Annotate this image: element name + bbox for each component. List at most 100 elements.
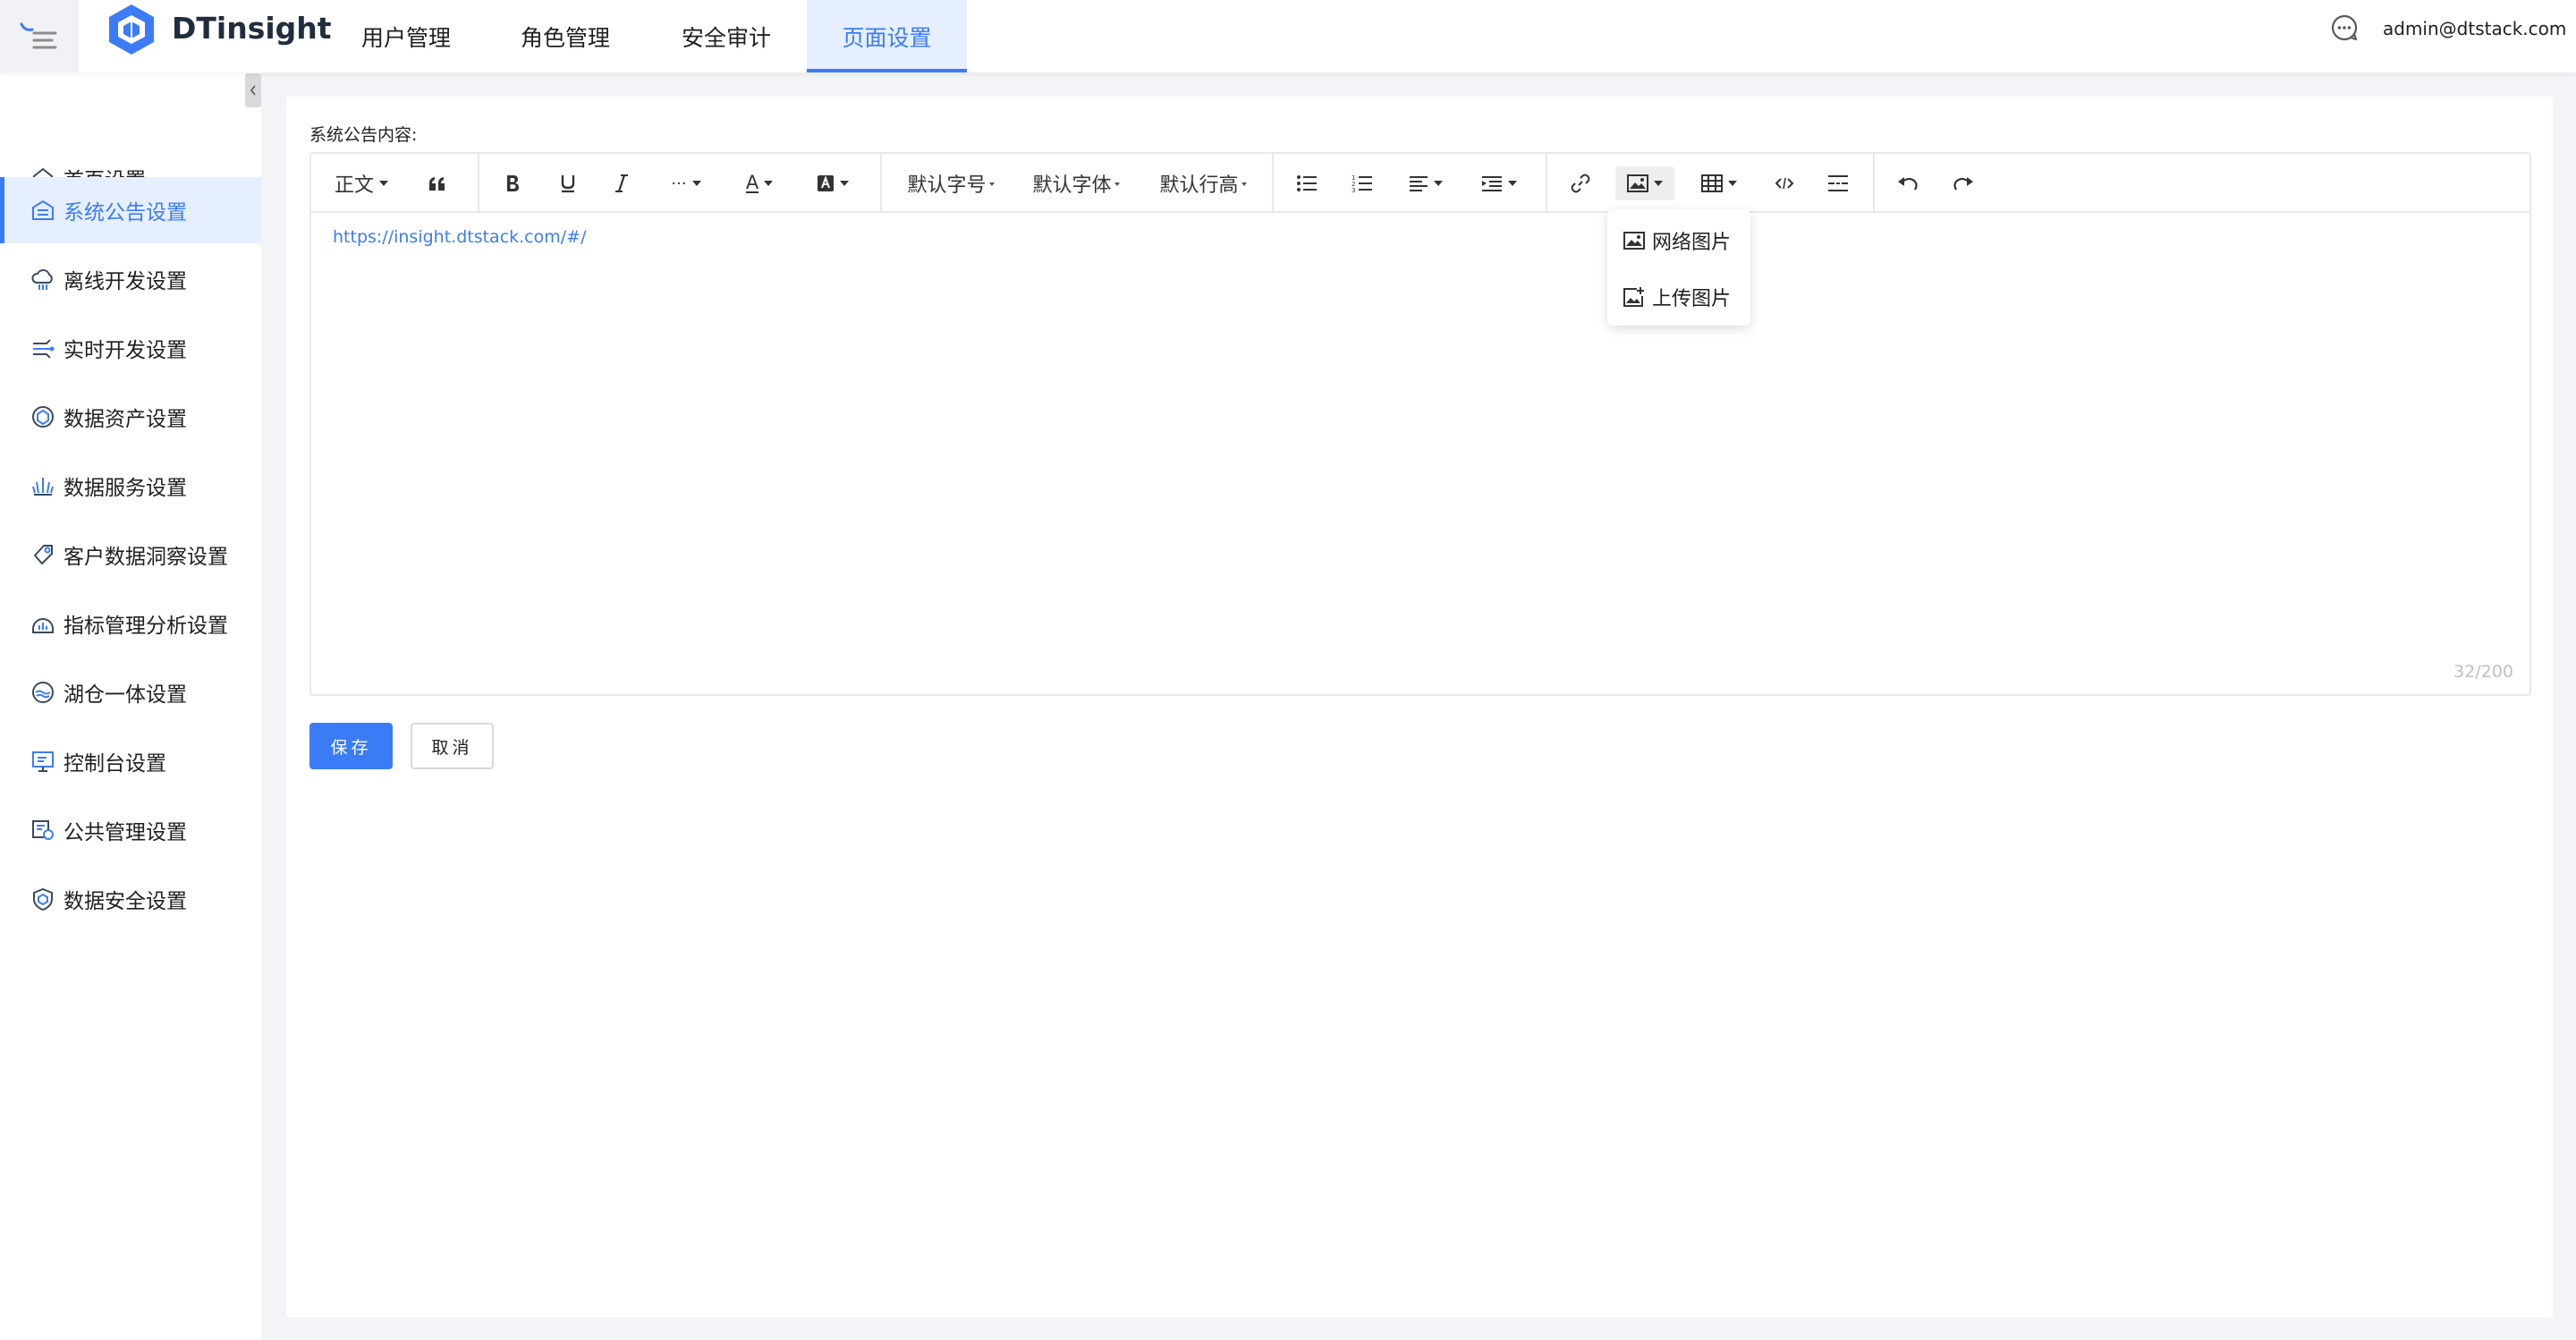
redo-button[interactable] <box>1950 166 1977 200</box>
font-color-dropdown[interactable]: A <box>739 166 780 200</box>
sidebar-item-label: 控制台设置 <box>64 752 166 776</box>
sidebar-item-data-asset-settings[interactable]: 数据资产设置 <box>0 384 261 450</box>
image-icon <box>1627 174 1648 192</box>
sidebar-item-public-mgmt-settings[interactable]: 公共管理设置 <box>0 797 261 863</box>
italic-button[interactable] <box>608 166 635 200</box>
menu-item-upload-image[interactable]: 上传图片 <box>1607 270 1750 324</box>
sidebar-item-customer-insight-settings[interactable]: 客户数据洞察设置 <box>0 522 261 588</box>
caret-down-icon <box>1728 181 1737 186</box>
quote-icon <box>429 177 445 191</box>
lakehouse-icon <box>32 682 54 703</box>
undo-button[interactable] <box>1894 166 1921 200</box>
toolbar-divider <box>880 154 882 213</box>
sidebar-item-metrics-settings[interactable]: 指标管理分析设置 <box>0 590 261 657</box>
more-styles-label: ··· <box>671 174 687 193</box>
data-asset-icon <box>32 406 54 428</box>
sidebar-item-offline-dev-settings[interactable]: 离线开发设置 <box>0 246 261 312</box>
sidebar-item-label: 数据资产设置 <box>64 408 187 431</box>
announcement-field-label: 系统公告内容: <box>309 125 418 145</box>
paragraph-format-dropdown[interactable]: 正文 <box>331 166 392 200</box>
background-color-dropdown[interactable] <box>812 166 853 200</box>
ordered-list-icon: 123 <box>1352 174 1372 193</box>
bullet-list-icon <box>1297 175 1317 191</box>
cancel-button[interactable]: 取消 <box>411 723 494 769</box>
code-icon <box>1775 177 1794 190</box>
caret-down-icon <box>1241 182 1247 186</box>
quote-button[interactable] <box>424 166 451 200</box>
sidebar-item-lakehouse-settings[interactable]: 湖仓一体设置 <box>0 659 261 725</box>
user-account-email[interactable]: admin@dtstack.com <box>2383 18 2566 39</box>
align-dropdown[interactable] <box>1404 166 1447 200</box>
ordered-list-button[interactable]: 123 <box>1349 166 1376 200</box>
line-height-dropdown[interactable]: 默认行高 <box>1154 166 1252 200</box>
menu-toggle-button[interactable] <box>0 0 79 72</box>
metrics-icon <box>32 618 54 633</box>
indent-icon <box>1482 176 1502 191</box>
sidebar-item-realtime-dev-settings[interactable]: 实时开发设置 <box>0 315 261 381</box>
upload-image-icon <box>1623 287 1644 307</box>
rich-text-editor[interactable]: 正文 ··· A 默认字号 默认字体 默认行高 1 2 3 https://in… <box>309 152 2531 696</box>
indent-dropdown[interactable] <box>1478 166 1521 200</box>
line-height-label: 默认行高 <box>1159 174 1239 197</box>
sidebar-item-label: 数据服务设置 <box>64 477 187 500</box>
sidebar-item-label: 湖仓一体设置 <box>64 683 187 707</box>
caret-down-icon <box>840 181 849 186</box>
cloud-dev-icon <box>31 269 53 290</box>
public-mgmt-icon <box>32 820 54 840</box>
link-button[interactable] <box>1567 166 1594 200</box>
sidebar-item-data-security-settings[interactable]: 数据安全设置 <box>0 866 261 932</box>
horizontal-rule-icon <box>1828 175 1848 191</box>
announcement-icon <box>32 199 54 220</box>
nav-tab-security-audit[interactable]: 安全审计 <box>664 0 789 72</box>
toolbar-divider <box>1873 154 1875 213</box>
chevron-left-icon <box>250 85 256 96</box>
font-family-dropdown[interactable]: 默认字体 <box>1027 166 1125 200</box>
nav-tab-page-settings[interactable]: 页面设置 <box>807 0 967 72</box>
toolbar-divider <box>478 154 479 213</box>
bullet-list-button[interactable] <box>1293 166 1320 200</box>
nav-tab-role-management[interactable]: 角色管理 <box>503 0 628 72</box>
menu-item-label: 上传图片 <box>1652 288 1732 310</box>
image-dropdown[interactable] <box>1615 166 1674 200</box>
undo-icon <box>1898 177 1918 191</box>
menu-item-network-image[interactable]: 网络图片 <box>1607 214 1750 267</box>
toolbar-divider <box>1546 154 1547 213</box>
menu-item-label: 网络图片 <box>1652 232 1732 254</box>
save-button[interactable]: 保存 <box>309 723 393 769</box>
caret-down-icon <box>691 181 701 186</box>
more-styles-dropdown[interactable]: ··· <box>665 166 707 200</box>
sidebar-item-label: 公共管理设置 <box>64 821 187 844</box>
data-service-icon <box>32 478 54 496</box>
dtinsight-logo-icon <box>106 2 157 57</box>
caret-down-icon <box>988 182 995 186</box>
sidebar: 首页设置 系统公告设置 离线开发设置 实时开发设置 数据资产设置 数据服务设置 … <box>0 72 261 1340</box>
svg-text:3: 3 <box>1352 187 1355 193</box>
underline-icon <box>561 175 575 193</box>
chat-icon[interactable] <box>2329 13 2360 43</box>
realtime-icon <box>33 339 55 359</box>
data-security-icon <box>33 887 53 912</box>
underline-button[interactable] <box>555 166 581 200</box>
sidebar-item-console-settings[interactable]: 控制台设置 <box>0 728 261 794</box>
table-icon <box>1701 174 1723 192</box>
character-count: 32/200 <box>2453 662 2513 682</box>
sidebar-collapse-button[interactable] <box>245 73 261 107</box>
caret-down-icon <box>1114 182 1120 186</box>
nav-tab-user-management[interactable]: 用户管理 <box>343 0 469 72</box>
customer-insight-icon <box>34 545 53 564</box>
sidebar-item-announcement-settings[interactable]: 系统公告设置 <box>0 177 261 243</box>
align-left-icon <box>1410 176 1428 191</box>
bold-button[interactable] <box>499 166 526 200</box>
code-button[interactable] <box>1771 166 1798 200</box>
sidebar-item-data-service-settings[interactable]: 数据服务设置 <box>0 453 261 519</box>
console-icon <box>32 751 54 772</box>
horizontal-rule-button[interactable] <box>1825 166 1852 200</box>
table-dropdown[interactable] <box>1698 166 1741 200</box>
editor-content-link[interactable]: https://insight.dtstack.com/#/ <box>333 227 587 247</box>
caret-down-icon <box>1508 181 1517 186</box>
font-size-dropdown[interactable]: 默认字号 <box>902 166 1000 200</box>
italic-icon <box>615 174 628 192</box>
sidebar-item-label: 指标管理分析设置 <box>64 615 228 638</box>
image-icon <box>1623 232 1645 250</box>
paragraph-format-label: 正文 <box>334 174 374 197</box>
